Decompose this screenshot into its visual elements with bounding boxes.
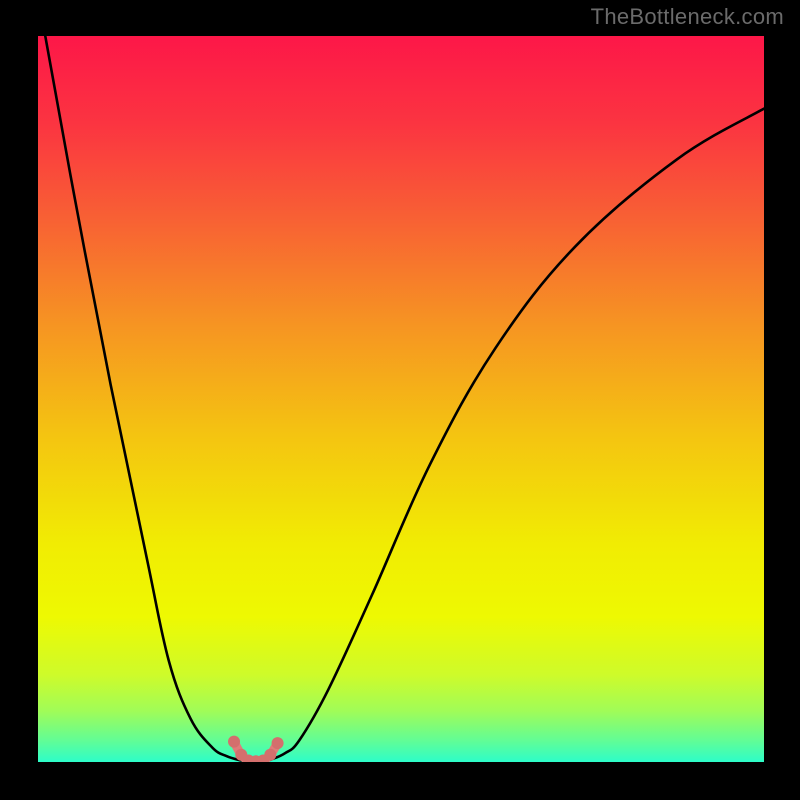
bottleneck-curve-right xyxy=(270,109,764,760)
valley-marker xyxy=(228,736,240,748)
curves-overlay xyxy=(38,36,764,762)
watermark-label: TheBottleneck.com xyxy=(591,4,784,30)
bottleneck-curve-left xyxy=(45,36,241,761)
valley-marker xyxy=(264,749,276,761)
plot-area xyxy=(38,36,764,762)
valley-marker xyxy=(272,737,284,749)
chart-root: TheBottleneck.com xyxy=(0,0,800,800)
